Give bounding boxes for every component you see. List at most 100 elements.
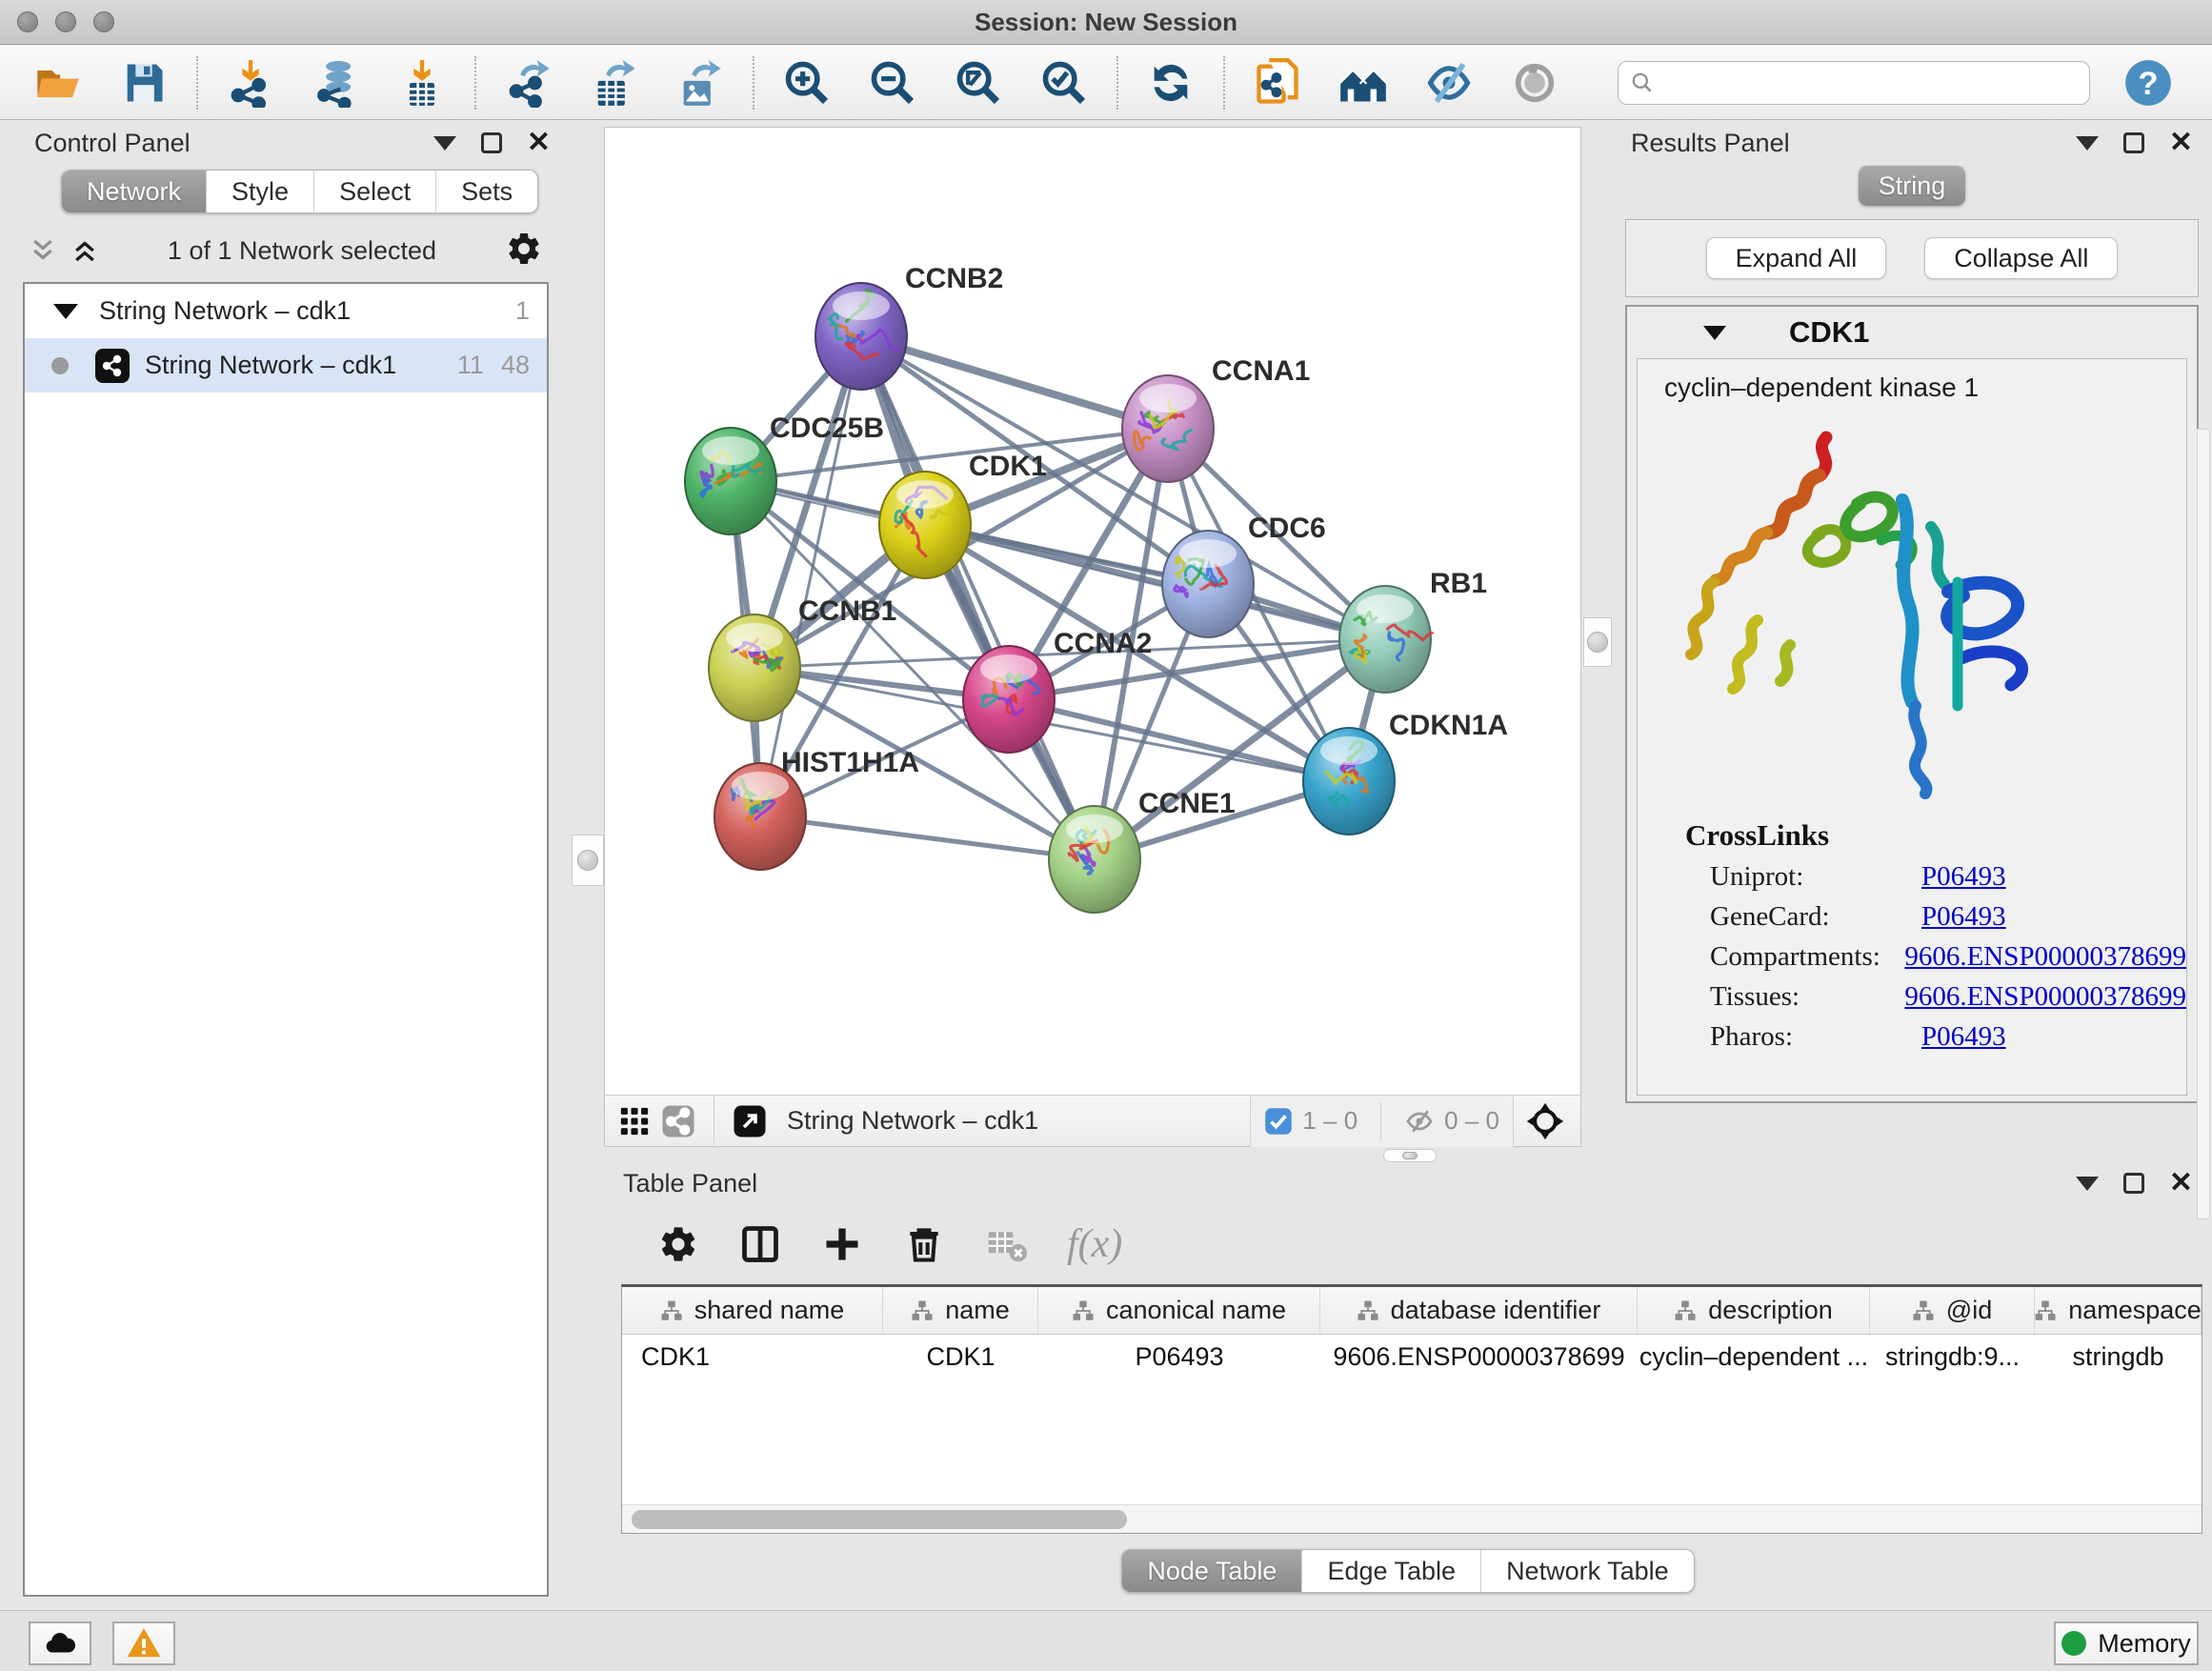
table-cell[interactable]: stringdb <box>2035 1342 2202 1372</box>
network-node-HIST1H1A[interactable] <box>714 763 806 870</box>
table-cell[interactable]: P06493 <box>1038 1342 1320 1372</box>
network-share-icon[interactable] <box>656 1099 700 1143</box>
show-all-networks-button[interactable] <box>1337 57 1389 109</box>
tab-network[interactable]: Network <box>62 171 207 212</box>
save-session-button[interactable] <box>118 57 170 109</box>
search-input[interactable] <box>1664 68 2078 97</box>
float-panel-icon[interactable] <box>2123 132 2144 153</box>
column-header-database-identifier[interactable]: database identifier <box>1320 1287 1638 1334</box>
crosslink-link[interactable]: P06493 <box>1921 1021 2006 1053</box>
expand-all-icon[interactable] <box>70 236 99 265</box>
table-cell[interactable]: stringdb:9... <box>1870 1342 2035 1372</box>
node-details-header[interactable]: CDK1 <box>1627 307 2197 358</box>
crosslink-link[interactable]: P06493 <box>1921 901 2006 933</box>
right-splitter-grip[interactable] <box>1583 617 1612 667</box>
apply-layout-button[interactable] <box>1145 57 1196 109</box>
tab-sets[interactable]: Sets <box>436 171 537 212</box>
expand-all-button[interactable]: Expand All <box>1706 237 1887 279</box>
network-options-gear-icon[interactable] <box>505 230 543 272</box>
cloud-button[interactable] <box>29 1621 91 1665</box>
column-header-name[interactable]: name <box>883 1287 1038 1334</box>
table-options-gear-icon[interactable] <box>657 1223 699 1265</box>
network-node-CCNA2[interactable] <box>963 646 1055 753</box>
panel-menu-icon[interactable] <box>2076 136 2099 151</box>
select-columns-icon[interactable] <box>739 1223 781 1265</box>
show-hidden-button[interactable] <box>1509 57 1560 109</box>
warnings-button[interactable] <box>112 1621 175 1665</box>
network-node-CDKN1A[interactable] <box>1303 728 1395 835</box>
table-row[interactable]: CDK1CDK1P064939606.ENSP00000378699cyclin… <box>622 1335 2202 1379</box>
export-table-button[interactable] <box>589 57 640 109</box>
birds-eye-crosshair-icon[interactable] <box>1523 1099 1567 1143</box>
panel-menu-icon[interactable] <box>433 136 456 151</box>
tab-network-table[interactable]: Network Table <box>1481 1550 1694 1592</box>
tab-node-table[interactable]: Node Table <box>1122 1550 1302 1592</box>
close-panel-icon[interactable]: ✕ <box>2169 1169 2193 1198</box>
network-canvas[interactable]: CCNB2CCNA1CDC25BCDK1CDC6RB1CCNB1CCNA2CDK… <box>605 128 1580 1095</box>
network-collection-row[interactable]: String Network – cdk1 1 <box>25 284 547 338</box>
collapse-entry-icon[interactable] <box>1703 326 1726 340</box>
left-splitter-grip[interactable] <box>572 835 604 886</box>
table-cell[interactable]: CDK1 <box>883 1342 1038 1372</box>
column-header-shared-name[interactable]: shared name <box>622 1287 883 1334</box>
network-row[interactable]: String Network – cdk1 11 48 <box>25 338 547 393</box>
table-cell[interactable]: CDK1 <box>622 1342 883 1372</box>
export-network-button[interactable] <box>503 57 554 109</box>
tab-string[interactable]: String <box>1859 166 1965 206</box>
copy-network-button[interactable] <box>1252 57 1303 109</box>
zoom-selected-button[interactable] <box>1038 57 1090 109</box>
crosslink-link[interactable]: 9606.ENSP00000378699 <box>1904 981 2186 1013</box>
grid-view-icon[interactable] <box>613 1099 656 1143</box>
hidden-eye-icon[interactable] <box>1404 1106 1435 1137</box>
scrollbar-thumb[interactable] <box>632 1510 1127 1529</box>
column-header-namespace[interactable]: namespace <box>2035 1287 2202 1334</box>
results-scrollbar[interactable] <box>2197 429 2210 1219</box>
network-node-CCNE1[interactable] <box>1049 806 1140 913</box>
close-panel-icon[interactable]: ✕ <box>527 129 551 157</box>
float-panel-icon[interactable] <box>2123 1173 2144 1194</box>
memory-button[interactable]: Memory <box>2054 1621 2199 1665</box>
open-in-window-icon[interactable] <box>728 1099 772 1143</box>
collapse-all-button[interactable]: Collapse All <box>1924 237 2118 279</box>
network-node-CCNB1[interactable] <box>709 614 800 721</box>
column-header-description[interactable]: description <box>1638 1287 1870 1334</box>
network-node-RB1[interactable] <box>1339 586 1432 693</box>
column-header--id[interactable]: @id <box>1870 1287 2035 1334</box>
close-panel-icon[interactable]: ✕ <box>2169 129 2193 157</box>
crosslink-link[interactable]: 9606.ENSP00000378699 <box>1904 941 2186 973</box>
search-field[interactable] <box>1618 61 2090 105</box>
network-node-CCNB2[interactable] <box>815 283 907 390</box>
collapse-all-icon[interactable] <box>29 236 57 265</box>
network-node-CCNA1[interactable] <box>1122 375 1214 482</box>
open-session-button[interactable] <box>32 57 84 109</box>
selected-checkbox-icon[interactable] <box>1264 1107 1293 1136</box>
zoom-out-button[interactable] <box>867 57 918 109</box>
import-network-file-button[interactable] <box>225 57 276 109</box>
import-network-database-button[interactable] <box>311 57 362 109</box>
tab-edge-table[interactable]: Edge Table <box>1302 1550 1481 1592</box>
table-horizontal-scrollbar[interactable] <box>622 1504 2202 1533</box>
column-header-canonical-name[interactable]: canonical name <box>1038 1287 1320 1334</box>
collection-expand-icon[interactable] <box>53 304 78 319</box>
tab-style[interactable]: Style <box>207 171 314 212</box>
panel-menu-icon[interactable] <box>2076 1177 2099 1191</box>
tab-select[interactable]: Select <box>314 171 436 212</box>
bottom-splitter-grip[interactable] <box>1383 1149 1437 1162</box>
zoom-fit-button[interactable] <box>953 57 1004 109</box>
network-node-CDC6[interactable] <box>1162 531 1254 637</box>
table-cell[interactable]: 9606.ENSP00000378699 <box>1320 1342 1638 1372</box>
help-button[interactable]: ? <box>2122 57 2174 109</box>
crosslink-link[interactable]: P06493 <box>1921 861 2006 893</box>
table-cell[interactable]: cyclin–dependent ... <box>1638 1342 1870 1372</box>
hide-selected-button[interactable] <box>1423 57 1475 109</box>
export-image-button[interactable] <box>674 57 726 109</box>
network-edge[interactable] <box>760 336 861 816</box>
network-node-CDC25B[interactable] <box>685 428 776 534</box>
zoom-in-button[interactable] <box>781 57 833 109</box>
network-edge[interactable] <box>861 336 1168 429</box>
delete-column-icon[interactable] <box>903 1223 945 1265</box>
float-panel-icon[interactable] <box>481 132 502 153</box>
import-table-file-button[interactable] <box>396 57 448 109</box>
add-column-icon[interactable] <box>821 1223 863 1265</box>
network-edge[interactable] <box>760 816 1095 859</box>
